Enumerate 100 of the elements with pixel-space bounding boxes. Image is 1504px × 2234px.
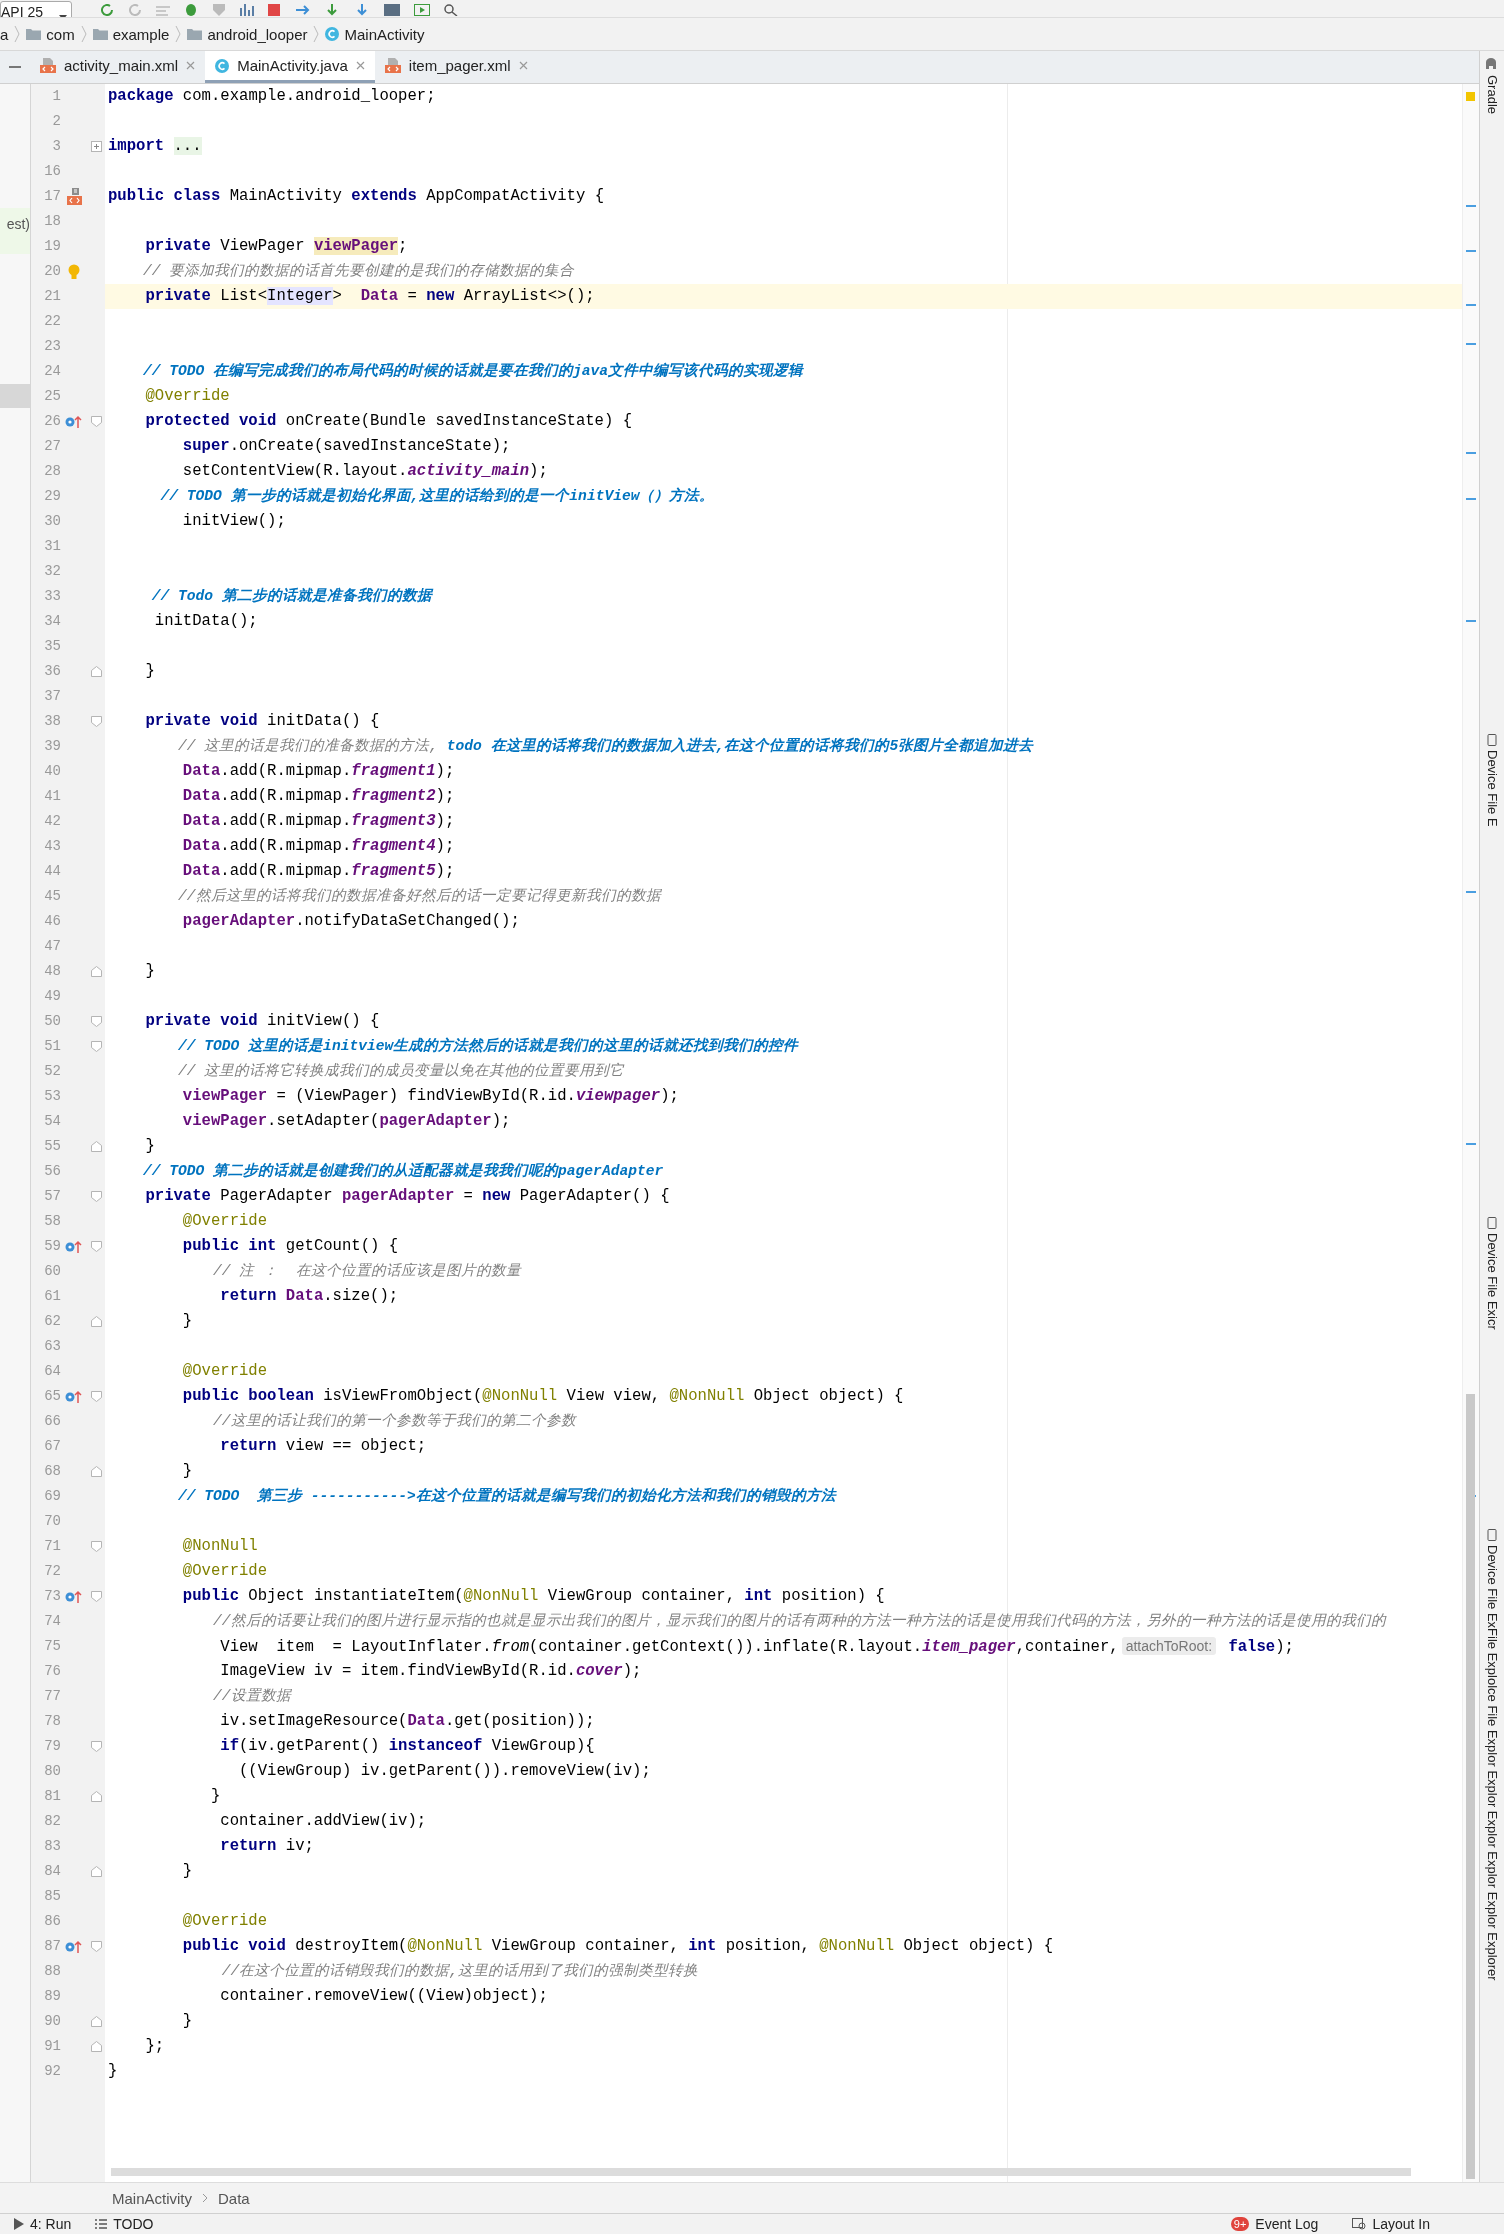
breadcrumb-item[interactable]: MainActivity [344, 25, 425, 43]
fold-marker-icon[interactable] [90, 666, 102, 677]
code-line: // Todo 第二步的话就是准备我们的数据 [150, 586, 435, 606]
breadcrumb-item[interactable]: Data [218, 2189, 250, 2207]
fold-marker-icon[interactable] [90, 1141, 102, 1152]
fold-marker-icon[interactable] [90, 1016, 102, 1027]
fold-marker-icon[interactable] [90, 2016, 102, 2027]
fold-marker-icon[interactable] [90, 1791, 102, 1802]
fold-marker-icon[interactable] [90, 416, 102, 427]
warning-marker[interactable] [1466, 92, 1475, 101]
override-icon[interactable] [65, 414, 83, 429]
code-line: //这里的话让我们的第一个参数等于我们的第二个参数 [212, 1412, 578, 1431]
line-number: 35 [43, 637, 61, 656]
stripe-marker[interactable] [1466, 1143, 1476, 1145]
bulb-icon[interactable] [68, 263, 80, 280]
play-icon[interactable] [414, 4, 430, 16]
tool-window-button[interactable]: Device File ExFile Explolce File Explor Explor Explor Explor Explor Explorer [1484, 1545, 1500, 1982]
stripe-marker[interactable] [1466, 343, 1476, 345]
stripe-marker[interactable] [1466, 452, 1476, 454]
fold-marker-icon[interactable] [90, 1041, 102, 1052]
tool-window-button[interactable]: Device File Exicr [1484, 1232, 1500, 1330]
breadcrumb-item[interactable]: com [46, 25, 75, 43]
breadcrumb-item[interactable]: android_looper [207, 25, 308, 43]
phone-icon[interactable] [1487, 734, 1497, 747]
event-log-button[interactable]: Event Log [1255, 2216, 1319, 2232]
layout-inspector-icon[interactable] [1352, 2218, 1367, 2230]
list-icon[interactable] [95, 2219, 108, 2229]
editor-tab[interactable]: MainActivity.java [205, 51, 375, 83]
code-line: @Override [144, 386, 231, 407]
fold-marker-icon[interactable] [90, 1391, 102, 1402]
fold-marker-icon[interactable] [90, 2041, 102, 2052]
editor-tab[interactable]: activity_main.xml [30, 51, 206, 83]
fold-marker-icon[interactable] [90, 1241, 102, 1252]
fold-marker-icon[interactable] [90, 1591, 102, 1602]
search-icon[interactable] [444, 4, 458, 16]
run-button[interactable]: 4: Run [30, 2216, 72, 2232]
override-icon[interactable] [65, 1239, 83, 1254]
code-line: container.addView(iv); [219, 1811, 428, 1832]
layout-inspector-button[interactable]: Layout In [1372, 2216, 1430, 2232]
code-line: // TODO 第二步的话就是创建我们的从适配器就是我我们呢的pagerAdapter [142, 1161, 665, 1181]
fold-marker-icon[interactable] [90, 1741, 102, 1752]
override-icon[interactable] [65, 1589, 83, 1604]
close-icon[interactable] [355, 61, 365, 70]
code-line: viewPager = (ViewPager) findViewById(R.id.viewpager); [181, 1086, 680, 1107]
phone-icon[interactable] [1487, 1216, 1497, 1229]
line-number: 28 [43, 462, 61, 481]
editor-tab[interactable]: item_pager.xml [374, 51, 538, 83]
expand-icon[interactable] [90, 141, 102, 152]
close-icon[interactable] [518, 61, 528, 70]
refresh-icon[interactable] [100, 4, 114, 16]
stripe-marker[interactable] [1466, 250, 1476, 252]
fold-marker-icon[interactable] [90, 716, 102, 727]
override-icon[interactable] [65, 1389, 83, 1404]
stripe-marker[interactable] [1466, 620, 1476, 622]
layout-file-icon[interactable] [65, 188, 83, 205]
tool-window-button[interactable]: Gradle [1484, 75, 1500, 115]
breadcrumb-item[interactable]: MainActivity [112, 2189, 193, 2207]
list-icon[interactable] [156, 4, 170, 16]
folder-icon [92, 28, 108, 40]
fold-marker-icon[interactable] [90, 1541, 102, 1552]
code-line: // 这里的话是我们的准备数据的方法, todo 在这里的话将我们的数据加入进去,在这个位置的话将我们的5张图片全都追加进去 [177, 736, 1035, 756]
stripe-marker[interactable] [1466, 205, 1476, 207]
code-line: return Data.size(); [219, 1286, 400, 1307]
horizontal-scrollbar[interactable] [111, 2168, 1411, 2176]
device-dropdown[interactable]: API 25 [0, 1, 72, 17]
line-number: 32 [43, 562, 61, 581]
stripe-marker[interactable] [1466, 498, 1476, 500]
todo-button[interactable]: TODO [113, 2216, 154, 2232]
refresh-icon[interactable] [128, 4, 142, 16]
run-icon[interactable] [14, 2218, 24, 2230]
download-icon[interactable] [354, 4, 370, 16]
code-line: private void initData() { [144, 711, 381, 732]
fold-marker-icon[interactable] [90, 966, 102, 977]
stripe-marker[interactable] [1466, 304, 1476, 306]
stripe-marker[interactable] [1466, 891, 1476, 893]
line-number: 80 [43, 1762, 61, 1781]
chart-icon[interactable] [240, 4, 254, 16]
breadcrumb-item[interactable]: example [112, 25, 170, 43]
download-icon[interactable] [324, 4, 340, 16]
tool-window-button[interactable]: Device File E [1484, 750, 1500, 827]
line-number: 55 [43, 1137, 61, 1156]
fold-marker-icon[interactable] [90, 1941, 102, 1952]
code-line: } [181, 2011, 194, 2032]
line-number: 47 [43, 937, 61, 956]
fold-marker-icon[interactable] [90, 1466, 102, 1477]
breadcrumb-item[interactable]: a [0, 25, 9, 43]
fold-marker-icon[interactable] [90, 1866, 102, 1877]
panel-label: est) [0, 208, 30, 254]
code-line: private void initView() { [144, 1011, 381, 1032]
fold-marker-icon[interactable] [90, 1191, 102, 1202]
line-number: 19 [43, 237, 61, 256]
phone-icon[interactable] [1487, 1529, 1497, 1542]
close-icon[interactable] [186, 61, 196, 70]
override-icon[interactable] [65, 1939, 83, 1954]
line-number: 25 [43, 387, 61, 406]
line-number: 44 [43, 862, 61, 881]
line-number: 70 [43, 1512, 61, 1531]
fold-marker-icon[interactable] [90, 1316, 102, 1327]
scrollbar-thumb[interactable] [1466, 1394, 1475, 2179]
shield-icon[interactable] [212, 4, 226, 16]
